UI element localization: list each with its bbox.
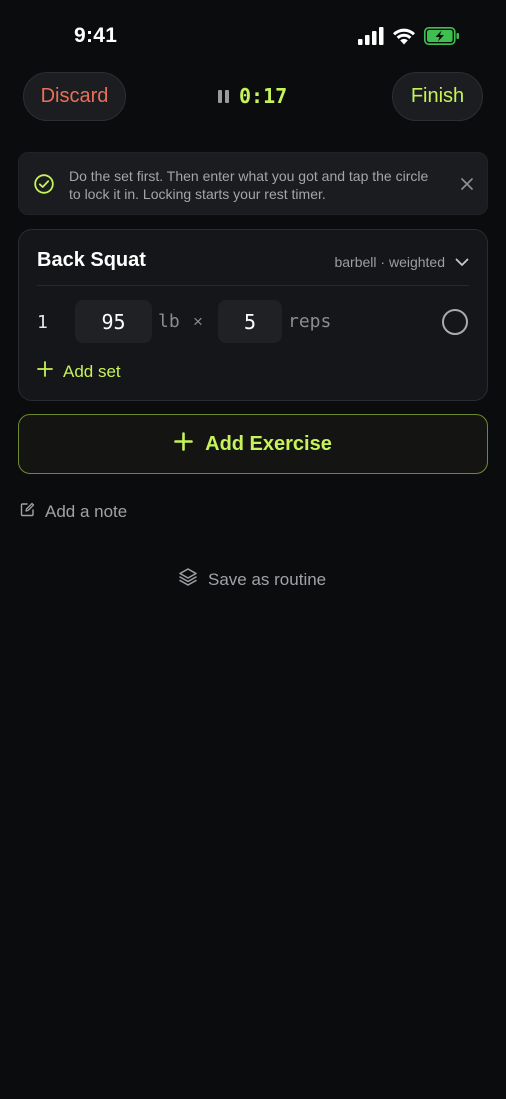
- add-exercise-button[interactable]: Add Exercise: [18, 414, 488, 474]
- close-icon[interactable]: [461, 177, 473, 195]
- times-sign: ×: [193, 312, 203, 331]
- workout-timer[interactable]: 0:17: [218, 84, 287, 108]
- wifi-icon: [392, 27, 416, 50]
- exercise-type-dropdown[interactable]: barbell · weighted: [334, 254, 469, 270]
- save-as-routine-button[interactable]: Save as routine: [178, 567, 326, 592]
- layers-icon: [178, 567, 198, 592]
- divider: [37, 285, 469, 286]
- discard-button[interactable]: Discard: [23, 72, 126, 121]
- finish-button[interactable]: Finish: [392, 72, 483, 121]
- plus-icon: [37, 361, 53, 382]
- set-number: 1: [37, 312, 48, 333]
- battery-charging-icon: [424, 27, 460, 50]
- weight-unit: lb: [158, 311, 180, 332]
- status-time: 9:41: [74, 24, 118, 47]
- reps-unit: reps: [288, 311, 332, 332]
- set-row: 1 95 lb × 5 reps: [19, 300, 489, 344]
- add-set-label: Add set: [63, 361, 121, 381]
- check-circle-icon: [34, 174, 54, 199]
- weight-input[interactable]: 95: [75, 300, 152, 343]
- plus-icon: [174, 431, 193, 457]
- tip-text: Do the set first. Then enter what you go…: [69, 168, 429, 202]
- add-exercise-label: Add Exercise: [205, 432, 332, 455]
- cellular-signal-icon: [358, 27, 384, 50]
- save-routine-label: Save as routine: [208, 569, 327, 589]
- chevron-down-icon: [455, 254, 469, 270]
- reps-input[interactable]: 5: [218, 300, 282, 343]
- workout-screen: 9:41 Discard 0:17 Finish Do the set firs…: [0, 0, 506, 1099]
- status-bar: 9:41: [0, 0, 506, 72]
- exercise-tags: barbell · weighted: [334, 254, 445, 270]
- timer-text: 0:17: [239, 84, 288, 108]
- lock-set-toggle[interactable]: [442, 309, 468, 335]
- add-note-label: Add a note: [45, 502, 128, 521]
- tip-banner: Do the set first. Then enter what you go…: [18, 152, 488, 215]
- add-note-button[interactable]: Add a note: [20, 502, 127, 522]
- exercise-card: Back Squat barbell · weighted 1 95 lb × …: [18, 229, 488, 401]
- pause-icon[interactable]: [218, 89, 229, 103]
- status-icons: [358, 27, 460, 50]
- add-set-button[interactable]: Add set: [37, 361, 121, 382]
- edit-note-icon: [20, 502, 35, 522]
- exercise-name[interactable]: Back Squat: [37, 249, 146, 272]
